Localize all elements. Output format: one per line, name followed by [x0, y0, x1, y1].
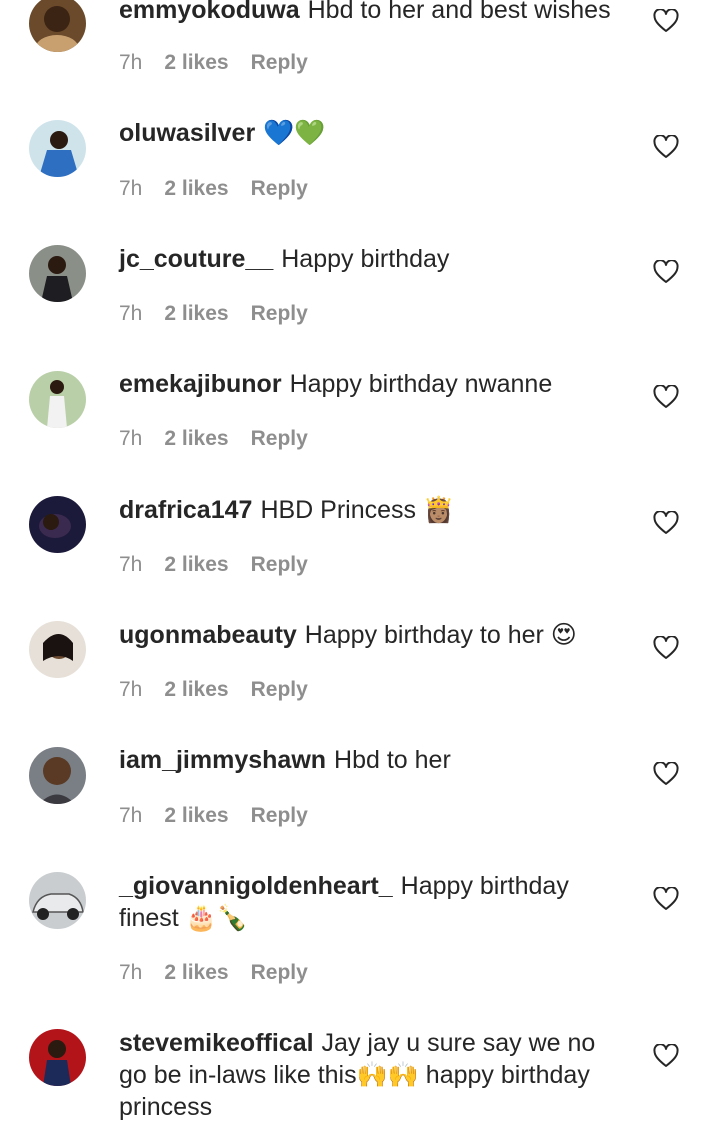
reply-button[interactable]: Reply	[251, 678, 308, 701]
comment-username[interactable]: stevemikeoffical	[119, 1029, 314, 1057]
avatar[interactable]	[29, 496, 86, 553]
comments-list: emmyokoduwa Hbd to her and best wishes 7h…	[0, 0, 710, 1132]
comment-likes[interactable]: 2 likes	[164, 177, 228, 200]
comment-likes[interactable]: 2 likes	[164, 678, 228, 701]
comment-likes[interactable]: 2 likes	[164, 961, 228, 984]
avatar[interactable]	[29, 245, 86, 302]
comment-meta: 7h 2 likes Reply	[119, 424, 308, 454]
comment-likes[interactable]: 2 likes	[164, 51, 228, 74]
avatar[interactable]	[29, 371, 86, 428]
comment-username[interactable]: oluwasilver	[119, 119, 255, 147]
comment-time: 7h	[119, 961, 143, 984]
heart-outline-icon[interactable]	[653, 9, 679, 33]
avatar[interactable]	[29, 120, 86, 177]
comment-meta: 7h 2 likes Reply	[119, 550, 308, 580]
comment-time: 7h	[119, 51, 143, 74]
comment-text: Hbd to her	[334, 746, 451, 774]
comment-text: Hbd to her and best wishes	[307, 0, 611, 24]
heart-outline-icon[interactable]	[653, 887, 679, 911]
comment-time: 7h	[119, 804, 143, 827]
avatar[interactable]	[29, 747, 86, 804]
reply-button[interactable]: Reply	[251, 553, 308, 576]
comment-username[interactable]: _giovannigoldenheart_	[119, 872, 393, 900]
heart-outline-icon[interactable]	[653, 636, 679, 660]
reply-button[interactable]: Reply	[251, 427, 308, 450]
comment-text: Happy birthday to her 😍	[304, 621, 577, 649]
reply-button[interactable]: Reply	[251, 961, 308, 984]
comment-text: Happy birthday nwanne	[289, 370, 553, 398]
comment-meta: 7h 2 likes Reply	[119, 801, 308, 831]
comment-meta: 7h 2 likes Reply	[119, 299, 308, 329]
heart-outline-icon[interactable]	[653, 385, 679, 409]
comment-username[interactable]: ugonmabeauty	[119, 621, 297, 649]
reply-button[interactable]: Reply	[251, 51, 308, 74]
avatar[interactable]	[29, 1029, 86, 1086]
comment-time: 7h	[119, 553, 143, 576]
avatar[interactable]	[29, 621, 86, 678]
avatar[interactable]	[29, 0, 86, 52]
reply-button[interactable]: Reply	[251, 804, 308, 827]
comment-meta: 7h 2 likes Reply	[119, 958, 308, 988]
comment-likes[interactable]: 2 likes	[164, 553, 228, 576]
comment-username[interactable]: emekajibunor	[119, 370, 282, 398]
avatar[interactable]	[29, 872, 86, 929]
reply-button[interactable]: Reply	[251, 177, 308, 200]
comment-username[interactable]: drafrica147	[119, 496, 252, 524]
heart-outline-icon[interactable]	[653, 135, 679, 159]
heart-outline-icon[interactable]	[653, 762, 679, 786]
comment-text: Happy birthday	[281, 245, 450, 273]
comment-time: 7h	[119, 177, 143, 200]
comment-username[interactable]: emmyokoduwa	[119, 0, 300, 24]
comment-likes[interactable]: 2 likes	[164, 427, 228, 450]
comment-likes[interactable]: 2 likes	[164, 302, 228, 325]
comment-username[interactable]: jc_couture__	[119, 245, 273, 273]
comment-text: HBD Princess 👸🏽	[260, 496, 455, 524]
heart-outline-icon[interactable]	[653, 1044, 679, 1068]
comment-meta: 7h 2 likes Reply	[119, 675, 308, 705]
comment-likes[interactable]: 2 likes	[164, 804, 228, 827]
comment-time: 7h	[119, 427, 143, 450]
comment-time: 7h	[119, 302, 143, 325]
comment-time: 7h	[119, 678, 143, 701]
comment-meta: 7h 2 likes Reply	[119, 174, 308, 204]
heart-outline-icon[interactable]	[653, 511, 679, 535]
comment-text: 💙💚	[263, 119, 326, 147]
comment-username[interactable]: iam_jimmyshawn	[119, 746, 326, 774]
heart-outline-icon[interactable]	[653, 260, 679, 284]
reply-button[interactable]: Reply	[251, 302, 308, 325]
comment-meta: 7h 2 likes Reply	[119, 48, 308, 78]
